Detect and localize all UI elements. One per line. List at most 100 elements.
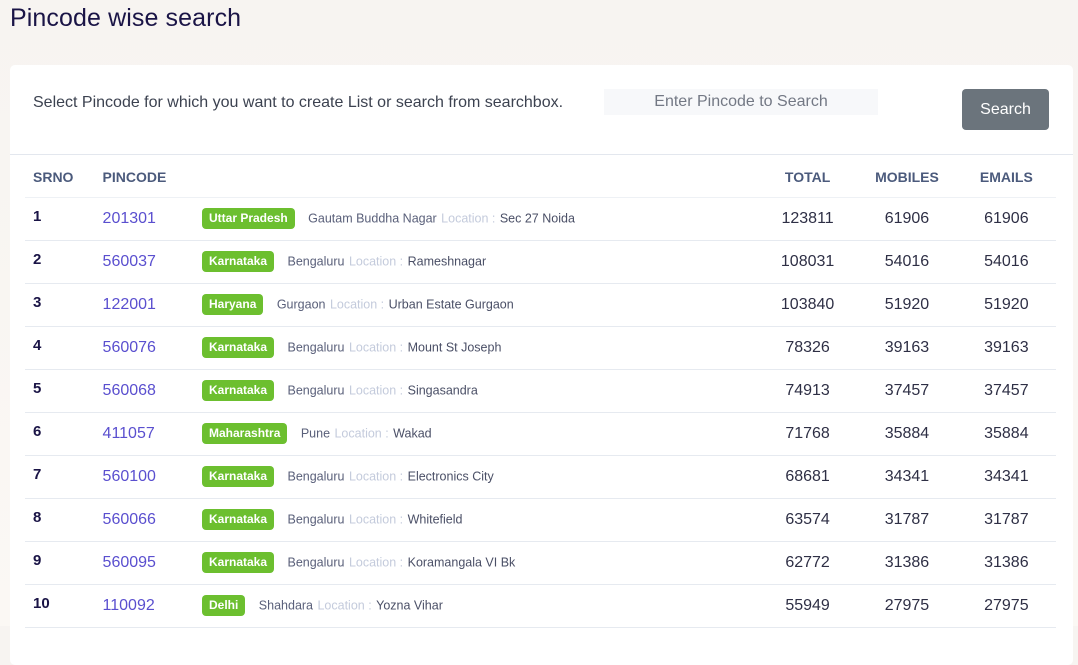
table-row[interactable]: 5 560068 Karnataka Bengaluru Location : … (25, 369, 1056, 413)
location-label: Location : (348, 512, 404, 527)
row-pincode-cell: 110092 (102, 584, 202, 628)
row-emails: 31787 (956, 498, 1056, 542)
row-total: 63574 (757, 498, 858, 542)
row-srno: 2 (25, 240, 103, 284)
table-row[interactable]: 2 560037 Karnataka Bengaluru Location : … (25, 240, 1056, 284)
district-name: Bengaluru (287, 512, 345, 527)
row-total: 78326 (757, 326, 858, 370)
district-name: Bengaluru (287, 383, 345, 398)
row-srno: 7 (25, 455, 103, 499)
location-label: Location : (317, 598, 372, 613)
pincode-link[interactable]: 560066 (103, 511, 156, 528)
row-total: 62772 (757, 541, 858, 585)
row-pincode-cell: 560068 (102, 369, 202, 413)
district-name: Shahdara (258, 598, 314, 613)
row-location-info: Karnataka Bengaluru Location : Rameshnag… (202, 240, 758, 284)
table-row[interactable]: 6 411057 Maharashtra Pune Location : Wak… (25, 412, 1056, 456)
row-pincode-cell: 122001 (102, 283, 202, 327)
state-badge: Uttar Pradesh (202, 208, 295, 229)
row-mobiles: 31386 (857, 541, 957, 585)
row-pincode-cell: 560066 (102, 498, 202, 542)
row-mobiles: 34341 (857, 455, 957, 499)
row-emails: 27975 (956, 584, 1056, 628)
location-label: Location : (348, 340, 404, 355)
row-location-info: Karnataka Bengaluru Location : Singasand… (202, 369, 758, 413)
locality-name: Whitefield (407, 512, 463, 527)
row-total: 71768 (757, 412, 858, 456)
state-badge: Maharashtra (202, 423, 288, 444)
row-location-info: Delhi Shahdara Location : Yozna Vihar (202, 584, 758, 628)
table-row[interactable]: 10 110092 Delhi Shahdara Location : Yozn… (25, 584, 1056, 628)
row-mobiles: 51920 (857, 283, 957, 327)
search-button[interactable]: Search (962, 89, 1049, 130)
locality-name: Rameshnagar (407, 254, 487, 269)
row-pincode-cell: 411057 (102, 412, 202, 456)
locality-name: Koramangala VI Bk (407, 555, 516, 570)
row-pincode-cell: 560037 (102, 240, 202, 284)
row-location-info: Maharashtra Pune Location : Wakad (202, 412, 758, 456)
table-row[interactable]: 9 560095 Karnataka Bengaluru Location : … (25, 541, 1056, 585)
row-location-info: Uttar Pradesh Gautam Buddha Nagar Locati… (202, 197, 758, 241)
pincode-link[interactable]: 560037 (103, 253, 156, 270)
pincode-link[interactable]: 122001 (103, 296, 156, 313)
pincode-link[interactable]: 411057 (103, 425, 155, 442)
row-emails: 54016 (956, 240, 1056, 284)
row-pincode-cell: 560076 (102, 326, 202, 370)
pincode-link[interactable]: 560076 (103, 339, 156, 356)
row-emails: 61906 (956, 197, 1056, 241)
pincode-link[interactable]: 560100 (103, 468, 156, 485)
state-badge: Karnataka (202, 509, 275, 530)
row-pincode-cell: 201301 (102, 197, 202, 241)
header-total: TOTAL (757, 156, 858, 198)
location-label: Location : (441, 211, 496, 226)
location-label: Location : (329, 297, 385, 312)
search-bar: Select Pincode for which you want to cre… (10, 65, 1073, 155)
locality-name: Mount St Joseph (407, 340, 502, 355)
page-title: Pincode wise search (10, 4, 242, 32)
locality-name: Electronics City (407, 469, 494, 484)
row-srno: 4 (25, 326, 103, 370)
row-pincode-cell: 560100 (102, 455, 202, 499)
table-body: 1 201301 Uttar Pradesh Gautam Buddha Nag… (25, 197, 1056, 628)
pincode-table: SRNO PINCODE TOTAL MOBILES EMAILS 1 2013… (25, 156, 1056, 628)
table-row[interactable]: 1 201301 Uttar Pradesh Gautam Buddha Nag… (25, 197, 1056, 241)
row-total: 68681 (757, 455, 858, 499)
row-total: 103840 (757, 283, 858, 327)
state-badge: Karnataka (202, 466, 275, 487)
state-badge: Haryana (202, 294, 264, 315)
pincode-search-input[interactable] (604, 89, 878, 115)
table-row[interactable]: 4 560076 Karnataka Bengaluru Location : … (25, 326, 1056, 370)
row-total: 108031 (757, 240, 858, 284)
row-emails: 34341 (956, 455, 1056, 499)
row-location-info: Karnataka Bengaluru Location : Whitefiel… (202, 498, 758, 542)
pincode-link[interactable]: 560095 (103, 554, 156, 571)
table-row[interactable]: 8 560066 Karnataka Bengaluru Location : … (25, 498, 1056, 542)
district-name: Bengaluru (287, 340, 345, 355)
location-label: Location : (348, 254, 404, 269)
locality-name: Sec 27 Noida (499, 211, 575, 226)
state-badge: Karnataka (202, 552, 275, 573)
header-mobiles: MOBILES (857, 156, 957, 198)
locality-name: Wakad (393, 426, 432, 441)
table-row[interactable]: 3 122001 Haryana Gurgaon Location : Urba… (25, 283, 1056, 327)
district-name: Bengaluru (287, 555, 345, 570)
locality-name: Urban Estate Gurgaon (388, 297, 514, 312)
row-total: 123811 (757, 197, 858, 241)
row-mobiles: 31787 (857, 498, 957, 542)
row-mobiles: 61906 (857, 197, 957, 241)
pincode-link[interactable]: 560068 (103, 382, 156, 399)
state-badge: Delhi (202, 595, 246, 616)
pincode-link[interactable]: 110092 (103, 597, 155, 614)
district-name: Pune (300, 426, 331, 441)
row-srno: 6 (25, 412, 103, 456)
row-emails: 37457 (956, 369, 1056, 413)
table-row[interactable]: 7 560100 Karnataka Bengaluru Location : … (25, 455, 1056, 499)
pincode-card: Select Pincode for which you want to cre… (10, 65, 1073, 665)
row-mobiles: 54016 (857, 240, 957, 284)
row-pincode-cell: 560095 (102, 541, 202, 585)
row-mobiles: 27975 (857, 584, 957, 628)
pincode-link[interactable]: 201301 (103, 210, 156, 227)
location-label: Location : (348, 383, 404, 398)
row-location-info: Karnataka Bengaluru Location : Mount St … (202, 326, 758, 370)
header-emails: EMAILS (956, 156, 1056, 198)
